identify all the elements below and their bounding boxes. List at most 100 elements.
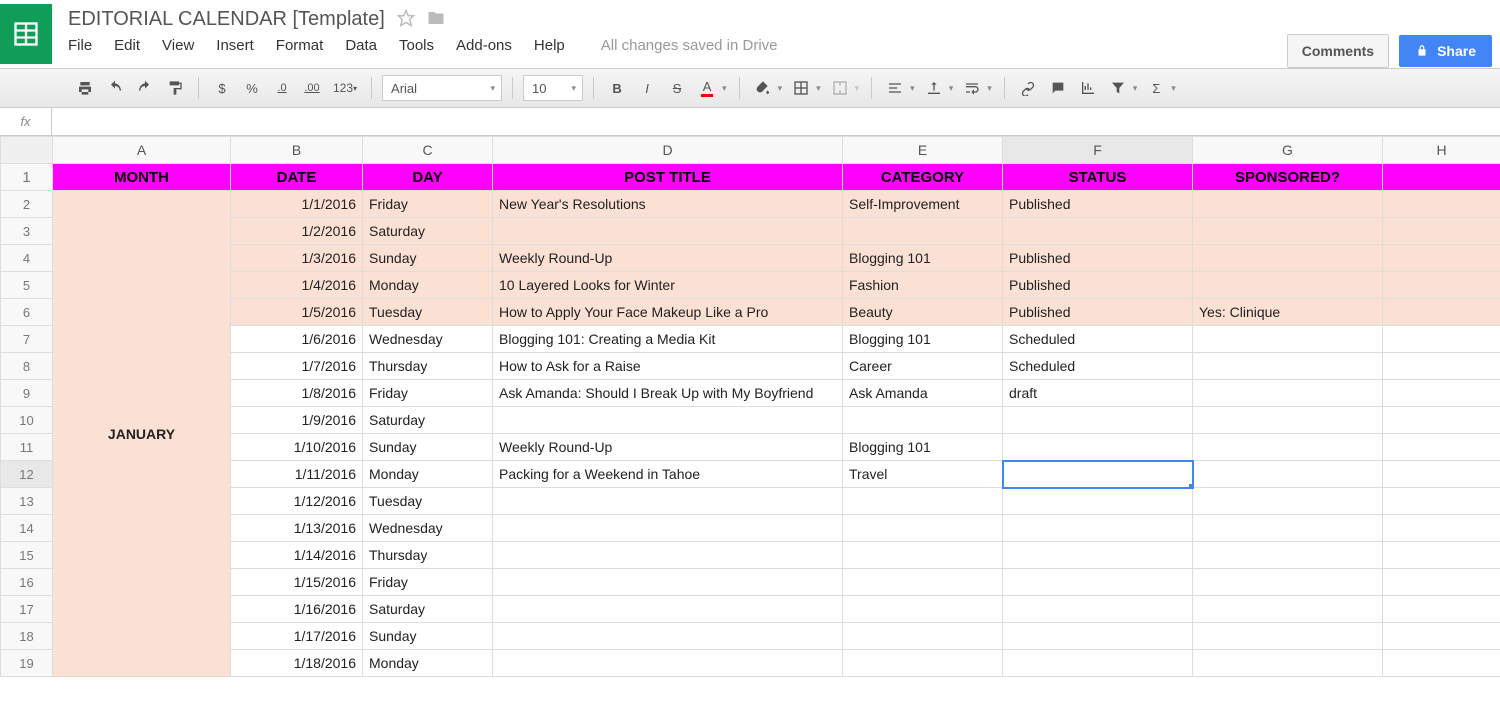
h-align-button[interactable] bbox=[882, 75, 908, 101]
cell-G17[interactable] bbox=[1193, 596, 1383, 623]
cell-D13[interactable] bbox=[493, 488, 843, 515]
cell-C7[interactable]: Wednesday bbox=[363, 326, 493, 353]
column-header-H[interactable]: H bbox=[1383, 137, 1500, 164]
header-cell-D[interactable]: POST TITLE bbox=[493, 164, 843, 191]
row-header[interactable]: 6 bbox=[1, 299, 53, 326]
comment-icon[interactable] bbox=[1045, 75, 1071, 101]
cell-B17[interactable]: 1/16/2016 bbox=[231, 596, 363, 623]
cell-F8[interactable]: Scheduled bbox=[1003, 353, 1193, 380]
cell-H11[interactable] bbox=[1383, 434, 1500, 461]
cell-B14[interactable]: 1/13/2016 bbox=[231, 515, 363, 542]
comments-button[interactable]: Comments bbox=[1287, 34, 1389, 68]
cell-G16[interactable] bbox=[1193, 569, 1383, 596]
cell-D17[interactable] bbox=[493, 596, 843, 623]
cell-D14[interactable] bbox=[493, 515, 843, 542]
text-wrap-dropdown[interactable]: ▾ bbox=[987, 83, 992, 94]
cell-B11[interactable]: 1/10/2016 bbox=[231, 434, 363, 461]
cell-E6[interactable]: Beauty bbox=[843, 299, 1003, 326]
row-header[interactable]: 2 bbox=[1, 191, 53, 218]
link-icon[interactable] bbox=[1015, 75, 1041, 101]
cell-C11[interactable]: Sunday bbox=[363, 434, 493, 461]
cell-H4[interactable] bbox=[1383, 245, 1500, 272]
cell-C6[interactable]: Tuesday bbox=[363, 299, 493, 326]
menu-file[interactable]: File bbox=[68, 37, 92, 54]
cell-F16[interactable] bbox=[1003, 569, 1193, 596]
menu-view[interactable]: View bbox=[162, 37, 194, 54]
cell-D12[interactable]: Packing for a Weekend in Tahoe bbox=[493, 461, 843, 488]
cell-F12[interactable] bbox=[1003, 461, 1193, 488]
bold-button[interactable]: B bbox=[604, 75, 630, 101]
cell-E14[interactable] bbox=[843, 515, 1003, 542]
cell-G5[interactable] bbox=[1193, 272, 1383, 299]
currency-button[interactable]: $ bbox=[209, 75, 235, 101]
share-button[interactable]: Share bbox=[1399, 35, 1492, 67]
menu-edit[interactable]: Edit bbox=[114, 37, 140, 54]
cell-B12[interactable]: 1/11/2016 bbox=[231, 461, 363, 488]
cell-D9[interactable]: Ask Amanda: Should I Break Up with My Bo… bbox=[493, 380, 843, 407]
column-header-G[interactable]: G bbox=[1193, 137, 1383, 164]
cell-E3[interactable] bbox=[843, 218, 1003, 245]
cell-C9[interactable]: Friday bbox=[363, 380, 493, 407]
cell-F18[interactable] bbox=[1003, 623, 1193, 650]
column-header-A[interactable]: A bbox=[53, 137, 231, 164]
cell-E2[interactable]: Self-Improvement bbox=[843, 191, 1003, 218]
row-header[interactable]: 3 bbox=[1, 218, 53, 245]
cell-C4[interactable]: Sunday bbox=[363, 245, 493, 272]
cell-E11[interactable]: Blogging 101 bbox=[843, 434, 1003, 461]
print-icon[interactable] bbox=[72, 75, 98, 101]
folder-icon[interactable] bbox=[427, 9, 445, 30]
filter-dropdown[interactable]: ▾ bbox=[1133, 83, 1138, 94]
cell-E12[interactable]: Travel bbox=[843, 461, 1003, 488]
cell-F6[interactable]: Published bbox=[1003, 299, 1193, 326]
cell-F14[interactable] bbox=[1003, 515, 1193, 542]
header-cell-F[interactable]: STATUS bbox=[1003, 164, 1193, 191]
spreadsheet-grid[interactable]: ABCDEFGH 1MONTHDATEDAYPOST TITLECATEGORY… bbox=[0, 136, 1500, 705]
borders-dropdown[interactable]: ▾ bbox=[816, 83, 821, 94]
cell-E7[interactable]: Blogging 101 bbox=[843, 326, 1003, 353]
h-align-dropdown[interactable]: ▾ bbox=[910, 83, 915, 94]
column-header-E[interactable]: E bbox=[843, 137, 1003, 164]
row-header[interactable]: 13 bbox=[1, 488, 53, 515]
cell-D6[interactable]: How to Apply Your Face Makeup Like a Pro bbox=[493, 299, 843, 326]
row-header[interactable]: 7 bbox=[1, 326, 53, 353]
row-header[interactable]: 8 bbox=[1, 353, 53, 380]
cell-G6[interactable]: Yes: Clinique bbox=[1193, 299, 1383, 326]
increase-decimal-button[interactable]: .00 bbox=[299, 75, 325, 101]
v-align-dropdown[interactable]: ▾ bbox=[949, 83, 954, 94]
font-select[interactable]: Arial bbox=[382, 75, 502, 101]
column-header-B[interactable]: B bbox=[231, 137, 363, 164]
cell-G10[interactable] bbox=[1193, 407, 1383, 434]
cell-H3[interactable] bbox=[1383, 218, 1500, 245]
cell-G11[interactable] bbox=[1193, 434, 1383, 461]
row-header[interactable]: 15 bbox=[1, 542, 53, 569]
paint-format-icon[interactable] bbox=[162, 75, 188, 101]
cell-H2[interactable] bbox=[1383, 191, 1500, 218]
cell-B6[interactable]: 1/5/2016 bbox=[231, 299, 363, 326]
cell-G2[interactable] bbox=[1193, 191, 1383, 218]
row-header[interactable]: 11 bbox=[1, 434, 53, 461]
cell-B5[interactable]: 1/4/2016 bbox=[231, 272, 363, 299]
cell-H14[interactable] bbox=[1383, 515, 1500, 542]
row-header[interactable]: 9 bbox=[1, 380, 53, 407]
menu-data[interactable]: Data bbox=[345, 37, 377, 54]
cell-F17[interactable] bbox=[1003, 596, 1193, 623]
cell-E19[interactable] bbox=[843, 650, 1003, 677]
cell-F3[interactable] bbox=[1003, 218, 1193, 245]
cell-C15[interactable]: Thursday bbox=[363, 542, 493, 569]
text-wrap-button[interactable] bbox=[959, 75, 985, 101]
cell-F9[interactable]: draft bbox=[1003, 380, 1193, 407]
column-header-F[interactable]: F bbox=[1003, 137, 1193, 164]
header-cell-C[interactable]: DAY bbox=[363, 164, 493, 191]
cell-F11[interactable] bbox=[1003, 434, 1193, 461]
cell-D4[interactable]: Weekly Round-Up bbox=[493, 245, 843, 272]
cell-G7[interactable] bbox=[1193, 326, 1383, 353]
cell-F5[interactable]: Published bbox=[1003, 272, 1193, 299]
star-icon[interactable] bbox=[397, 9, 415, 30]
row-header[interactable]: 1 bbox=[1, 164, 53, 191]
cell-D5[interactable]: 10 Layered Looks for Winter bbox=[493, 272, 843, 299]
header-cell-H[interactable] bbox=[1383, 164, 1500, 191]
menu-addons[interactable]: Add-ons bbox=[456, 37, 512, 54]
cell-B15[interactable]: 1/14/2016 bbox=[231, 542, 363, 569]
menu-help[interactable]: Help bbox=[534, 37, 565, 54]
cell-G9[interactable] bbox=[1193, 380, 1383, 407]
